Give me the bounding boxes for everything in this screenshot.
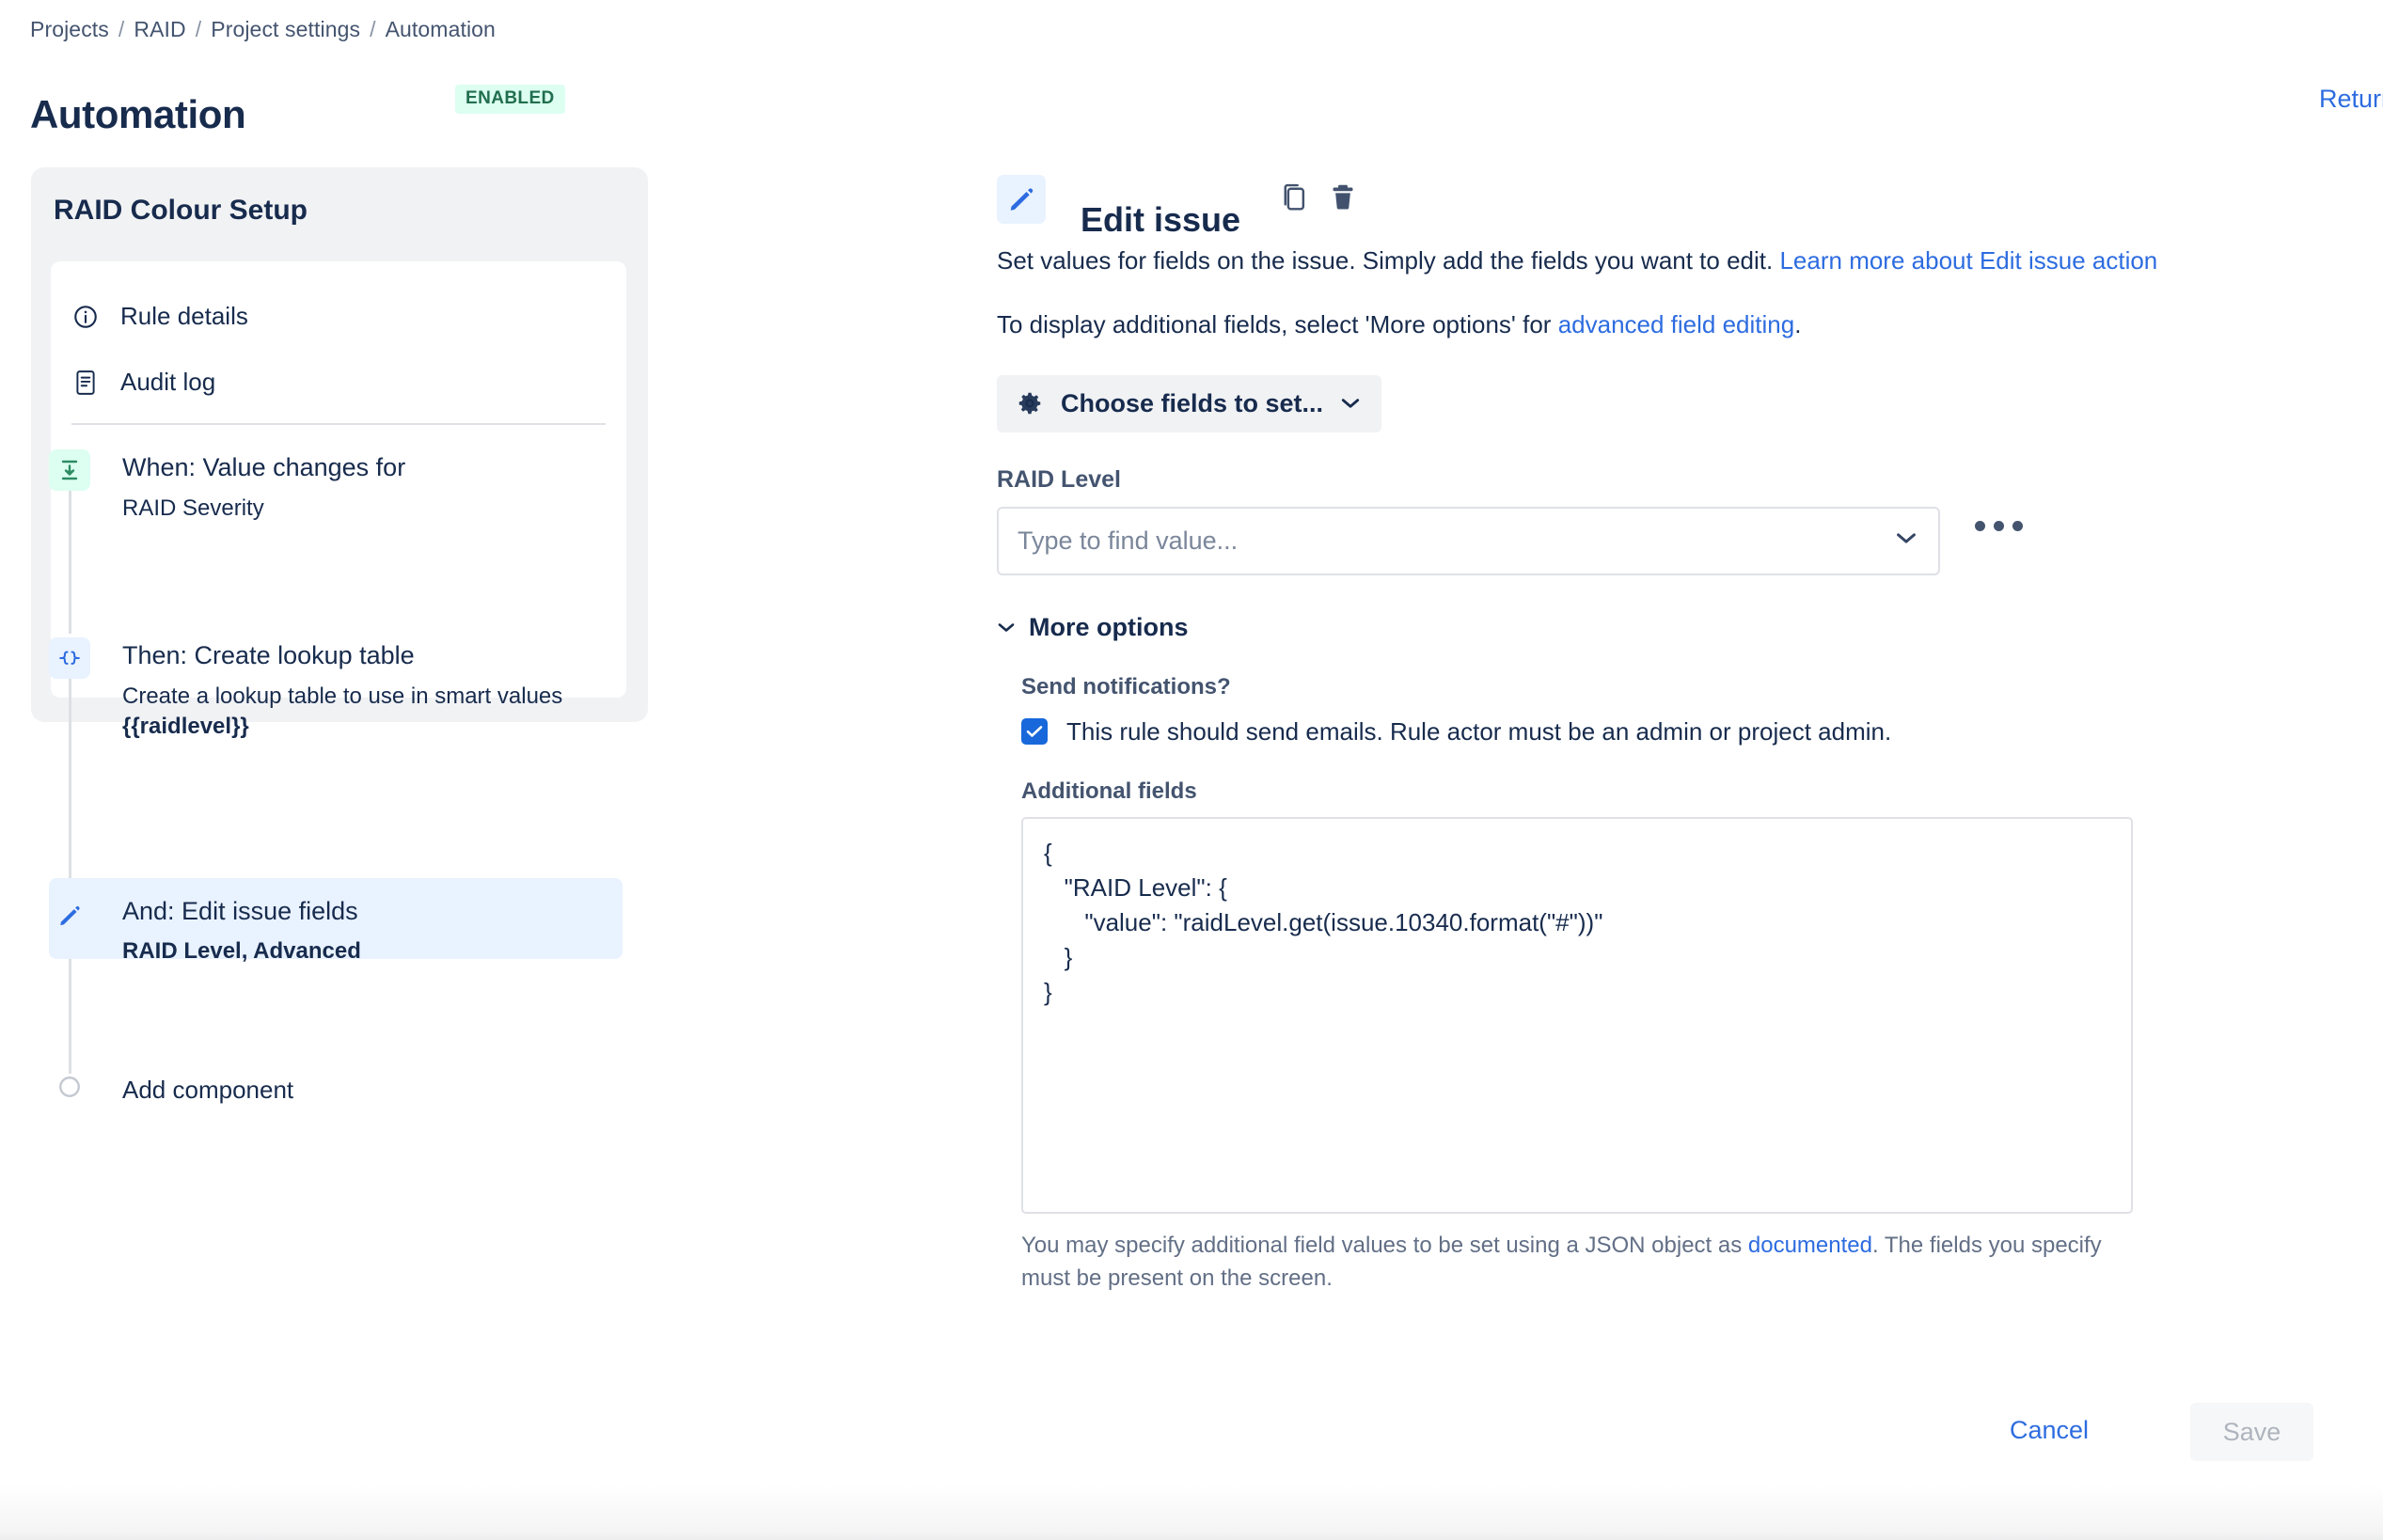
raid-level-select[interactable]: Type to find value... [997,506,1940,575]
detail-header: Edit issue [997,175,2332,239]
send-emails-label: This rule should send emails. Rule actor… [1066,716,1892,746]
gear-icon [1016,389,1044,417]
component-title: Then: Create lookup table [122,641,415,669]
breadcrumb: Projects / RAID / Project settings / Aut… [30,17,496,42]
breadcrumb-separator: / [370,17,376,41]
component-title: And: Edit issue fields [122,897,358,925]
component-title: When: Value changes for [122,453,406,481]
connector-line [69,959,71,1074]
trigger-arrow-icon [49,449,90,491]
breadcrumb-item-automation[interactable]: Automation [386,17,496,42]
choose-fields-button[interactable]: Choose fields to set... [997,374,1382,432]
status-badge: ENABLED [455,85,565,114]
cancel-button[interactable]: Cancel [2010,1416,2089,1445]
rule-component-lookup-table[interactable]: Then: Create lookup table Create a looku… [49,637,623,743]
form-actions: Cancel Save [997,1403,2332,1467]
page-title: Automation [30,92,246,137]
page-header: Automation ENABLED Return [30,64,2383,136]
copy-icon[interactable] [1277,179,1311,216]
action-description: Set values for fields on the issue. Simp… [997,243,2186,278]
send-emails-checkbox-row[interactable]: This rule should send emails. Rule actor… [1021,717,2332,746]
breadcrumb-separator: / [118,17,125,41]
breadcrumb-separator: / [195,17,202,41]
chevron-down-icon [1895,531,1917,550]
send-notifications-label: Send notifications? [1021,673,1231,699]
chevron-down-icon [997,621,1016,634]
component-fields: RAID Level, Advanced [122,938,361,964]
divider [71,423,606,425]
circle-icon [49,1066,90,1108]
trash-icon[interactable] [1326,179,1360,216]
additional-fields-label: Additional fields [1021,778,1197,804]
component-smart-value: {{raidlevel}} [122,714,249,740]
additional-fields-textarea[interactable]: { "RAID Level": { "value": "raidLevel.ge… [1021,816,2133,1214]
sidebar-item-label: Audit log [120,368,216,396]
info-circle-icon [71,303,100,331]
bottom-gradient-band [0,1485,2383,1540]
rule-component-edit-issue[interactable]: And: Edit issue fields RAID Level, Advan… [49,895,623,966]
advanced-hint-suffix: . [1794,310,1802,339]
more-options-label: More options [1029,612,1189,641]
add-component-row[interactable]: Add component [49,1074,623,1105]
help-prefix: You may specify additional field values … [1021,1232,1748,1258]
advanced-field-editing-link[interactable]: advanced field editing [1558,310,1795,338]
save-button[interactable]: Save [2190,1403,2313,1461]
send-emails-checkbox[interactable] [1021,718,1048,746]
component-subtitle: RAID Severity [122,495,264,521]
pencil-icon [997,175,1046,224]
breadcrumb-item-project-settings[interactable]: Project settings [211,17,360,42]
advanced-editing-hint: To display additional fields, select 'Mo… [997,306,2186,342]
sidebar-item-rule-details[interactable]: Rule details [71,302,248,331]
chevron-down-icon [1340,397,1361,410]
rule-component-trigger[interactable]: When: Value changes for RAID Severity [49,449,623,524]
raid-level-label: RAID Level [997,465,1121,493]
breadcrumb-item-projects[interactable]: Projects [30,17,109,42]
sidebar-item-label: Rule details [120,302,248,330]
component-subtitle: Create a lookup table to use in smart va… [122,684,563,709]
learn-more-link[interactable]: Learn more about Edit issue action [1779,246,2157,275]
return-link[interactable]: Return [2319,85,2383,114]
document-list-icon [71,369,100,397]
sidebar-item-audit-log[interactable]: Audit log [71,368,215,397]
raid-level-placeholder: Type to find value... [1018,526,1239,555]
add-component-label: Add component [122,1076,294,1104]
action-detail-pane: Edit issue Set values for fields on the … [997,175,2332,1296]
rule-name: RAID Colour Setup [54,195,308,226]
more-options-toggle[interactable]: More options [997,613,2332,642]
documented-link[interactable]: documented [1748,1233,1872,1258]
advanced-hint-prefix: To display additional fields, select 'Mo… [997,310,1558,339]
action-description-text: Set values for fields on the issue. Simp… [997,246,1780,275]
breadcrumb-item-raid[interactable]: RAID [134,17,185,42]
additional-fields-help: You may specify additional field values … [1021,1230,2117,1296]
ellipsis-icon[interactable] [1975,520,2023,531]
curly-braces-icon [49,637,90,679]
choose-fields-label: Choose fields to set... [1061,388,1324,417]
action-title: Edit issue [1081,199,1241,239]
pencil-icon [49,895,90,936]
